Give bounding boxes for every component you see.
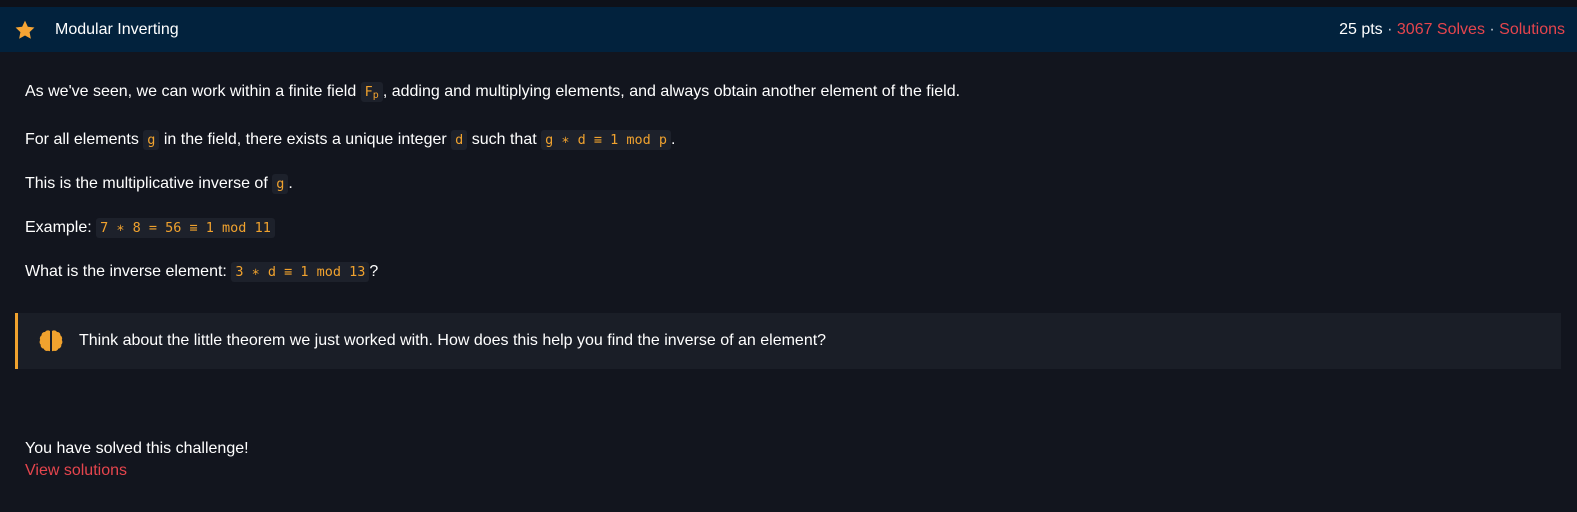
paragraph-example: Example: 7 ∗ 8 = 56 ≡ 1 mod 11 [25, 216, 1552, 240]
paragraph-inverse: This is the multiplicative inverse of g. [25, 174, 293, 194]
top-strip [0, 0, 1577, 7]
code-g: g [143, 130, 160, 150]
code-d: d [451, 130, 468, 150]
solves-link[interactable]: 3067 Solves [1397, 21, 1485, 39]
solved-message: You have solved this challenge! [25, 440, 249, 457]
hint-box: Think about the little theorem we just w… [15, 313, 1561, 369]
paragraph-finite-field: As we've seen, we can work within a fini… [25, 82, 961, 102]
header-stats: 25 pts · 3067 Solves · Solutions [1339, 21, 1565, 39]
code-question: 3 ∗ d ≡ 1 mod 13 [231, 262, 370, 282]
points-label: 25 pts [1339, 20, 1383, 38]
brain-icon [38, 328, 64, 354]
challenge-header[interactable]: Modular Inverting 25 pts · 3067 Solves ·… [0, 7, 1577, 52]
hint-text: Think about the little theorem we just w… [79, 332, 827, 349]
view-solutions-link[interactable]: View solutions [25, 460, 1552, 482]
separator: · [1382, 20, 1397, 38]
separator: · [1484, 20, 1500, 38]
code-example: 7 ∗ 8 = 56 ≡ 1 mod 11 [96, 218, 275, 238]
challenge-title: Modular Inverting [55, 20, 179, 38]
code-congruence: g ∗ d ≡ 1 mod p [541, 130, 672, 150]
header-left: Modular Inverting [14, 19, 179, 41]
paragraph-unique-integer: For all elements g in the field, there e… [25, 130, 676, 150]
paragraph-question: What is the inverse element: 3 ∗ d ≡ 1 m… [25, 262, 379, 282]
solutions-link[interactable]: Solutions [1499, 21, 1565, 39]
field-symbol: Fp [360, 82, 383, 102]
star-icon[interactable] [14, 19, 36, 41]
code-g: g [272, 174, 289, 194]
challenge-description: As we've seen, we can work within a fini… [0, 52, 1577, 284]
